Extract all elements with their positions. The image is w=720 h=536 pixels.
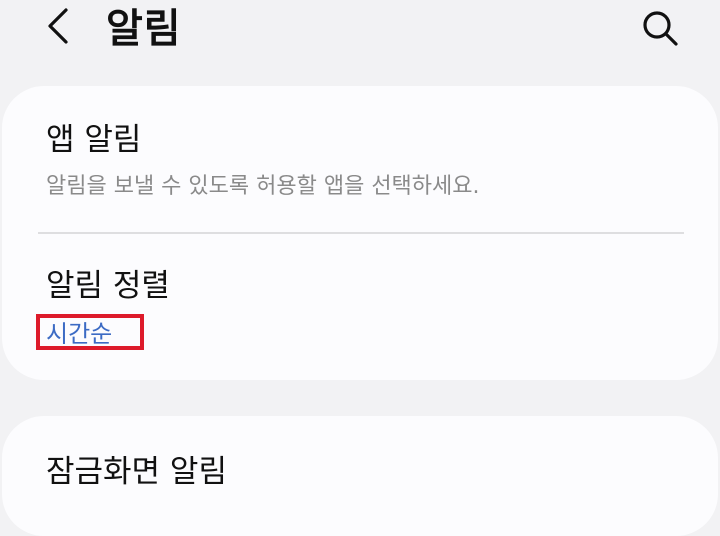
chevron-left-icon xyxy=(48,8,68,44)
page-title: 알림 xyxy=(106,6,182,52)
lockscreen-notifications-title: 잠금화면 알림 xyxy=(46,454,227,490)
app-header: 알림 xyxy=(0,0,720,70)
back-button[interactable] xyxy=(40,6,80,46)
highlight-box xyxy=(36,314,144,350)
app-notifications-title: 앱 알림 xyxy=(46,122,142,158)
divider xyxy=(38,232,684,234)
search-button[interactable] xyxy=(638,6,682,50)
app-notifications-subtitle: 알림을 보낼 수 있도록 허용할 앱을 선택하세요. xyxy=(46,174,480,199)
search-icon xyxy=(643,11,678,46)
settings-card-lockscreen: 잠금화면 알림 xyxy=(2,416,718,536)
settings-card: 앱 알림 알림을 보낼 수 있도록 허용할 앱을 선택하세요. 알림 정렬 시간… xyxy=(2,86,718,380)
notification-sort-title: 알림 정렬 xyxy=(46,268,170,304)
